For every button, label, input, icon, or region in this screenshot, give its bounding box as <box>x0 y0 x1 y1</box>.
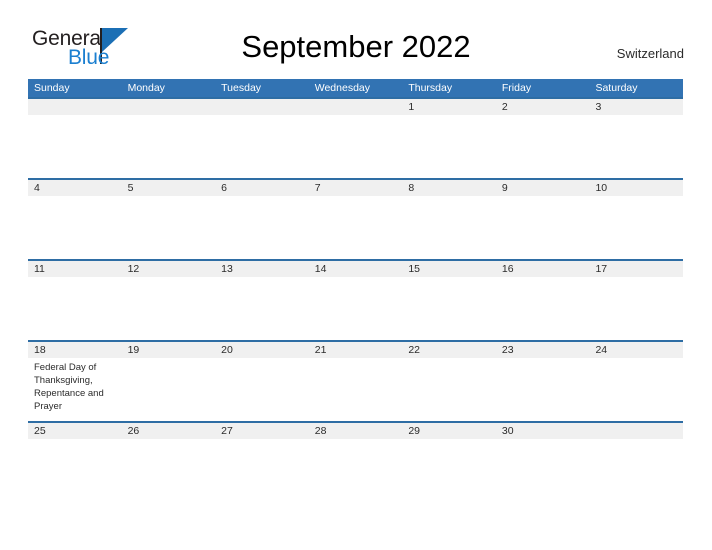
day-number: 20 <box>221 344 233 356</box>
week-row: 25 26 27 28 29 30 <box>28 421 683 502</box>
day-number: 8 <box>408 182 415 194</box>
day-number: 9 <box>501 182 508 194</box>
day-cell[interactable]: 4 <box>28 180 122 259</box>
day-number: 11 <box>34 263 45 275</box>
day-cell[interactable]: 24 <box>589 342 683 421</box>
day-cell[interactable]: 6 <box>215 180 309 259</box>
day-number: 4 <box>34 182 40 194</box>
day-cell[interactable]: 14 <box>309 261 403 340</box>
day-number <box>34 99 118 115</box>
day-events: Federal Day of Thanksgiving, Repentance … <box>34 362 104 412</box>
day-cell[interactable]: 20 <box>215 342 309 421</box>
day-number: 24 <box>595 344 608 356</box>
day-number: 19 <box>127 344 140 356</box>
weekday-header-monday: Monday <box>127 82 165 94</box>
day-number: 17 <box>595 263 608 275</box>
day-cell[interactable]: 29 <box>402 423 496 502</box>
week-row: 1 2 3 <box>28 97 683 178</box>
region-label: Switzerland <box>616 46 684 61</box>
weekday-header-tuesday: Tuesday <box>221 82 262 94</box>
day-number <box>315 99 399 115</box>
day-number: 21 <box>314 344 327 356</box>
day-cell[interactable]: 23 <box>496 342 590 421</box>
day-cell[interactable]: 3 <box>589 99 683 178</box>
day-number: 14 <box>314 263 327 275</box>
day-cell[interactable]: 11 <box>28 261 122 340</box>
day-number: 12 <box>127 263 140 275</box>
day-cell[interactable]: 2 <box>496 99 590 178</box>
day-cell[interactable] <box>215 99 309 178</box>
weekday-header-saturday: Saturday <box>595 82 638 94</box>
day-cell[interactable]: 26 <box>122 423 216 502</box>
day-cell[interactable]: 19 <box>122 342 216 421</box>
day-number: 10 <box>595 182 608 194</box>
day-cell[interactable]: 1 <box>402 99 496 178</box>
day-cell[interactable]: 13 <box>215 261 309 340</box>
calendar-grid: Sunday Monday Tuesday Wednesday Thursday… <box>28 79 683 502</box>
day-cell[interactable] <box>309 99 403 178</box>
day-number: 26 <box>127 425 140 437</box>
day-number: 25 <box>34 425 46 437</box>
page-title: September 2022 <box>241 29 471 64</box>
day-number: 15 <box>408 263 420 275</box>
day-number: 13 <box>221 263 233 275</box>
weekday-header-thursday: Thursday <box>408 82 453 94</box>
day-number: 18 <box>34 344 46 356</box>
day-cell[interactable]: 18 Federal Day of Thanksgiving, Repentan… <box>28 342 122 421</box>
day-cell[interactable]: 27 <box>215 423 309 502</box>
page-header: General Blue September 2022 Switzerland <box>0 0 712 78</box>
weekday-header-row: Sunday Monday Tuesday Wednesday Thursday… <box>28 79 683 97</box>
day-number: 23 <box>501 344 514 356</box>
day-cell[interactable]: 7 <box>309 180 403 259</box>
day-number <box>221 99 305 115</box>
day-number: 1 <box>408 101 415 113</box>
day-number: 30 <box>501 425 514 437</box>
day-number <box>595 423 679 439</box>
day-number: 5 <box>127 182 134 194</box>
weekday-header-sunday: Sunday <box>34 82 70 94</box>
week-row: 4 5 6 7 8 9 10 <box>28 178 683 259</box>
day-cell[interactable]: 17 <box>589 261 683 340</box>
day-number <box>128 99 212 115</box>
day-cell[interactable]: 28 <box>309 423 403 502</box>
day-number: 2 <box>501 101 508 113</box>
day-cell[interactable]: 12 <box>122 261 216 340</box>
week-row: 11 12 13 14 15 16 17 <box>28 259 683 340</box>
day-number: 16 <box>501 263 514 275</box>
day-cell[interactable] <box>122 99 216 178</box>
calendar-page: General Blue September 2022 Switzerland … <box>0 0 712 550</box>
day-number: 27 <box>221 425 233 437</box>
day-cell[interactable]: 9 <box>496 180 590 259</box>
day-cell[interactable]: 21 <box>309 342 403 421</box>
day-cell[interactable]: 8 <box>402 180 496 259</box>
weekday-header-friday: Friday <box>501 82 532 94</box>
day-number: 28 <box>314 425 327 437</box>
day-cell[interactable]: 30 <box>496 423 590 502</box>
day-cell[interactable] <box>589 423 683 502</box>
day-cell[interactable]: 15 <box>402 261 496 340</box>
day-cell[interactable]: 16 <box>496 261 590 340</box>
week-row: 18 Federal Day of Thanksgiving, Repentan… <box>28 340 683 421</box>
day-number: 22 <box>408 344 420 356</box>
day-number: 7 <box>314 182 321 194</box>
day-cell[interactable] <box>28 99 122 178</box>
day-cell[interactable]: 22 <box>402 342 496 421</box>
day-number: 6 <box>221 182 227 194</box>
day-cell[interactable]: 25 <box>28 423 122 502</box>
day-number: 3 <box>595 101 602 113</box>
weekday-header-wednesday: Wednesday <box>314 82 370 94</box>
day-number: 29 <box>408 425 420 437</box>
day-cell[interactable]: 10 <box>589 180 683 259</box>
day-cell[interactable]: 5 <box>122 180 216 259</box>
